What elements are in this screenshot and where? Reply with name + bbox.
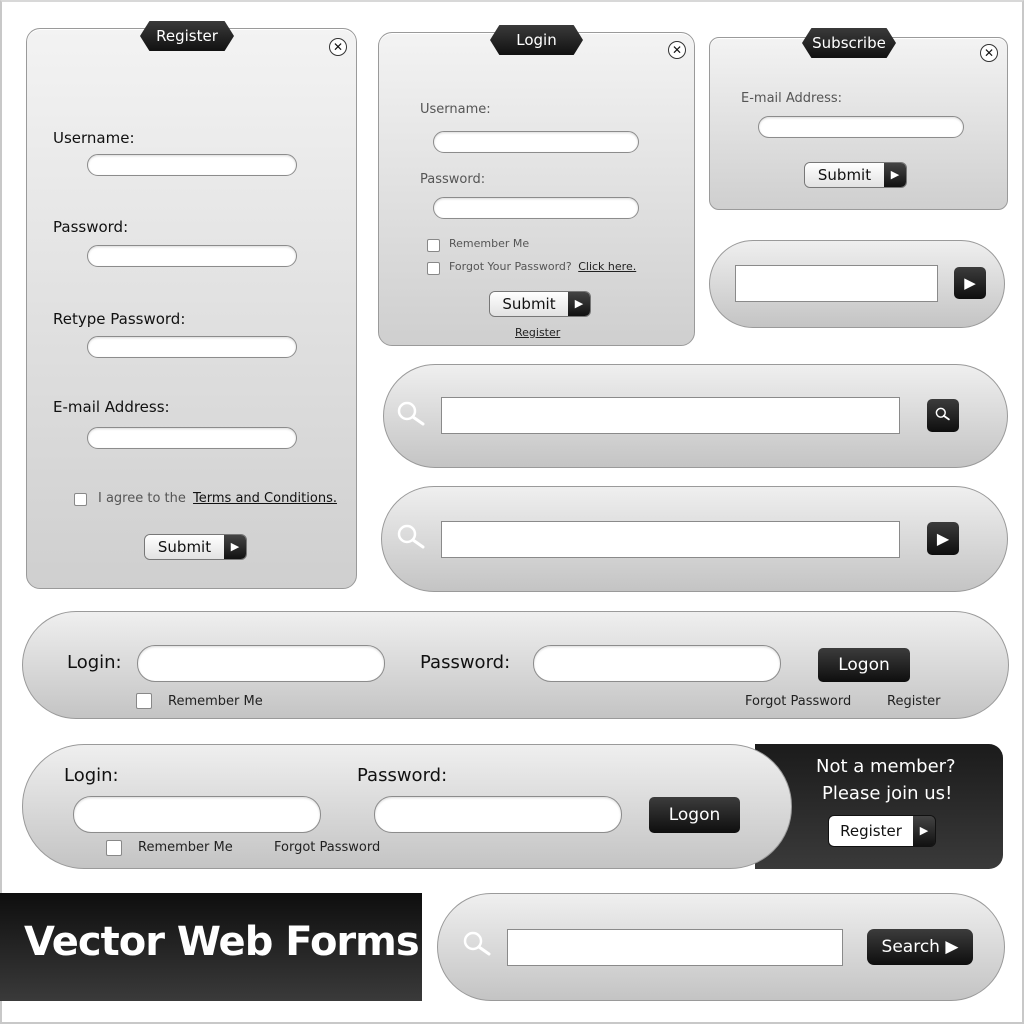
login-tab: Login <box>490 25 583 55</box>
search-icon <box>397 524 425 549</box>
login-bar1-forgot-link[interactable]: Forgot Password <box>745 694 851 709</box>
retype-password-field[interactable] <box>87 336 297 358</box>
submit-label: Submit <box>805 163 884 187</box>
email-label: E-mail Address: <box>53 398 170 416</box>
login-bar2-login-field[interactable] <box>73 796 321 833</box>
login-bar2-remember-checkbox[interactable] <box>106 840 122 856</box>
play-arrow-icon: ▶ <box>884 163 906 187</box>
password-field[interactable] <box>87 245 297 267</box>
search-icon <box>935 407 950 421</box>
login-bar2-login-label: Login: <box>64 765 119 786</box>
login-password-field[interactable] <box>433 197 639 219</box>
login-bar1-password-field[interactable] <box>533 645 781 682</box>
retype-password-label: Retype Password: <box>53 310 186 328</box>
subscribe-email-field[interactable] <box>758 116 964 138</box>
remember-me-label: Remember Me <box>449 237 530 250</box>
mini-go-button[interactable]: ▶ <box>954 267 986 299</box>
register-tab: Register <box>140 21 234 51</box>
subscribe-submit-button[interactable]: Submit ▶ <box>804 162 907 188</box>
forgot-password-label: Forgot Your Password? <box>449 260 572 273</box>
agree-text: I agree to the Terms and Conditions. <box>98 491 337 506</box>
login-register-link[interactable]: Register <box>515 326 560 339</box>
search-button-1[interactable] <box>927 399 959 432</box>
join-line2: Please join us! <box>822 783 953 804</box>
register-label: Register <box>829 816 913 846</box>
search-input-2[interactable] <box>441 521 900 558</box>
agree-label: I agree to the <box>98 491 186 506</box>
agree-checkbox[interactable] <box>74 493 87 506</box>
search-icon <box>397 401 425 426</box>
search-input-3[interactable] <box>507 929 843 966</box>
search-icon <box>463 931 491 956</box>
login-bar2-password-field[interactable] <box>374 796 622 833</box>
login-username-field[interactable] <box>433 131 639 153</box>
join-register-button[interactable]: Register ▶ <box>828 815 936 847</box>
close-icon[interactable]: ✕ <box>668 41 686 59</box>
title-banner: Vector Web Forms <box>0 893 422 1001</box>
page-title: Vector Web Forms <box>24 919 420 965</box>
forgot-password-checkbox[interactable] <box>427 262 440 275</box>
forgot-password-text: Forgot Your Password? Click here. <box>449 260 636 273</box>
play-arrow-icon: ▶ <box>913 816 935 846</box>
login-bar1-register-link[interactable]: Register <box>887 694 941 709</box>
login-bar1-remember-checkbox[interactable] <box>136 693 152 709</box>
close-icon[interactable]: ✕ <box>329 38 347 56</box>
remember-me-checkbox[interactable] <box>427 239 440 252</box>
username-label: Username: <box>53 129 135 147</box>
login-bar2-forgot-link[interactable]: Forgot Password <box>274 840 380 855</box>
subscribe-email-label: E-mail Address: <box>741 91 843 106</box>
login-bar2-password-label: Password: <box>357 765 448 786</box>
login-username-label: Username: <box>420 102 491 117</box>
play-arrow-icon: ▶ <box>224 535 246 559</box>
login-bar1-logon-button[interactable]: Logon <box>818 648 910 682</box>
click-here-link[interactable]: Click here. <box>578 260 636 273</box>
login-bar2-logon-button[interactable]: Logon <box>649 797 740 833</box>
join-line1: Not a member? <box>816 756 956 777</box>
password-label: Password: <box>53 218 129 236</box>
subscribe-tab: Subscribe <box>802 28 896 58</box>
login-submit-button[interactable]: Submit ▶ <box>489 291 591 317</box>
login-bar1-password-label: Password: <box>420 652 511 673</box>
go-button-2[interactable]: ▶ <box>927 522 959 555</box>
login-bar1-remember-label: Remember Me <box>168 694 263 709</box>
mini-input-field[interactable] <box>735 265 938 302</box>
search-input-1[interactable] <box>441 397 900 434</box>
username-field[interactable] <box>87 154 297 176</box>
email-field[interactable] <box>87 427 297 449</box>
terms-link[interactable]: Terms and Conditions. <box>193 491 337 506</box>
play-arrow-icon: ▶ <box>568 292 590 316</box>
login-bar1-login-field[interactable] <box>137 645 385 682</box>
login-bar2-remember-label: Remember Me <box>138 840 233 855</box>
submit-label: Submit <box>145 535 224 559</box>
login-password-label: Password: <box>420 172 486 187</box>
register-submit-button[interactable]: Submit ▶ <box>144 534 247 560</box>
search-button-3[interactable]: Search ▶ <box>867 929 973 965</box>
close-icon[interactable]: ✕ <box>980 44 998 62</box>
login-bar1-login-label: Login: <box>67 652 122 673</box>
submit-label: Submit <box>490 292 568 316</box>
